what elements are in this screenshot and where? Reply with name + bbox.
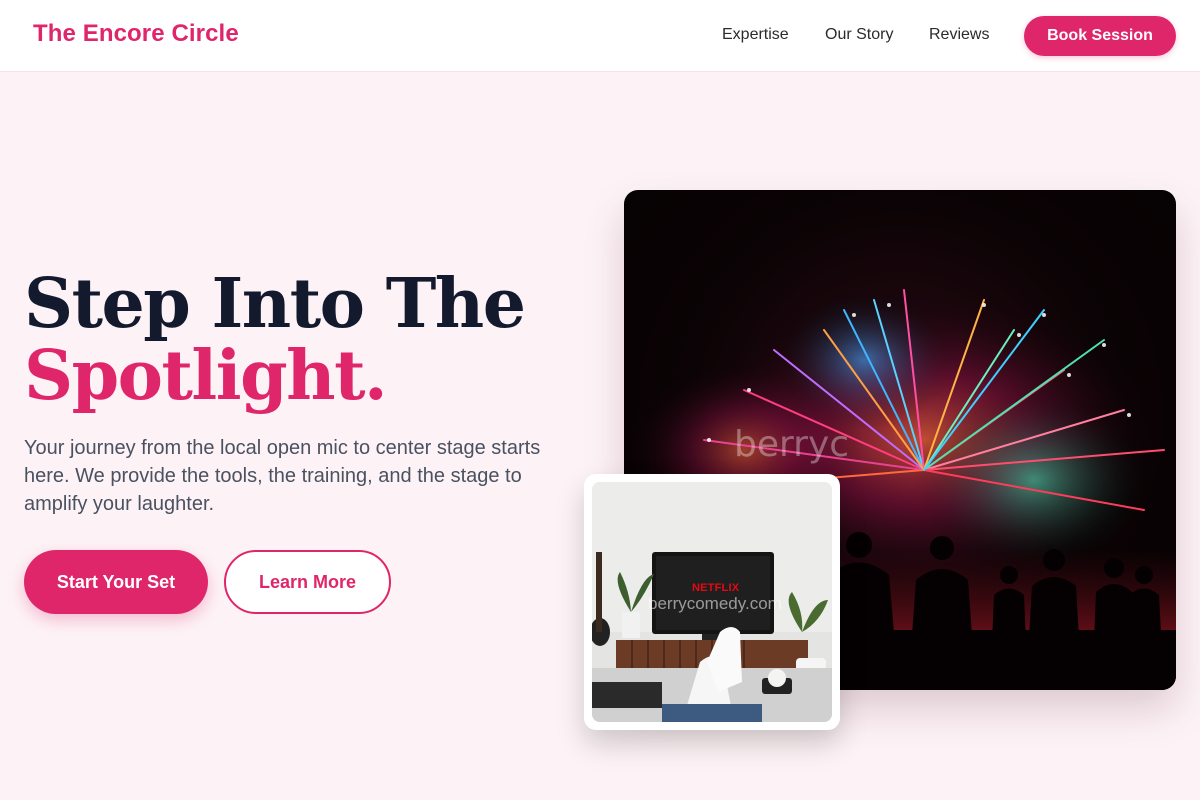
hero-title-accent: Spotlight. [24, 336, 388, 416]
card-image-watermark: berrycomedy.com [648, 594, 782, 613]
nav-link-reviews[interactable]: Reviews [929, 26, 989, 44]
start-your-set-button[interactable]: Start Your Set [24, 550, 208, 614]
tv-photo-card: NETFLIX berrycomedy.com [584, 474, 840, 730]
main-image-watermark: berryc [734, 424, 850, 465]
nav-link-expertise[interactable]: Expertise [722, 26, 789, 44]
site-header: The Encore Circle Expertise Our Story Re… [0, 0, 1200, 72]
brand-logo[interactable]: The Encore Circle [33, 20, 239, 48]
learn-more-button[interactable]: Learn More [224, 550, 391, 614]
hero-title-line1: Step Into The [24, 264, 526, 344]
tv-logo-text: NETFLIX [692, 582, 740, 594]
book-session-button[interactable]: Book Session [1024, 16, 1176, 56]
nav-link-our-story[interactable]: Our Story [825, 26, 893, 44]
hero-title: Step Into The Spotlight. [24, 268, 584, 412]
hero-subtitle: Your journey from the local open mic to … [24, 437, 541, 515]
tv-photo-image: NETFLIX berrycomedy.com [592, 482, 832, 722]
